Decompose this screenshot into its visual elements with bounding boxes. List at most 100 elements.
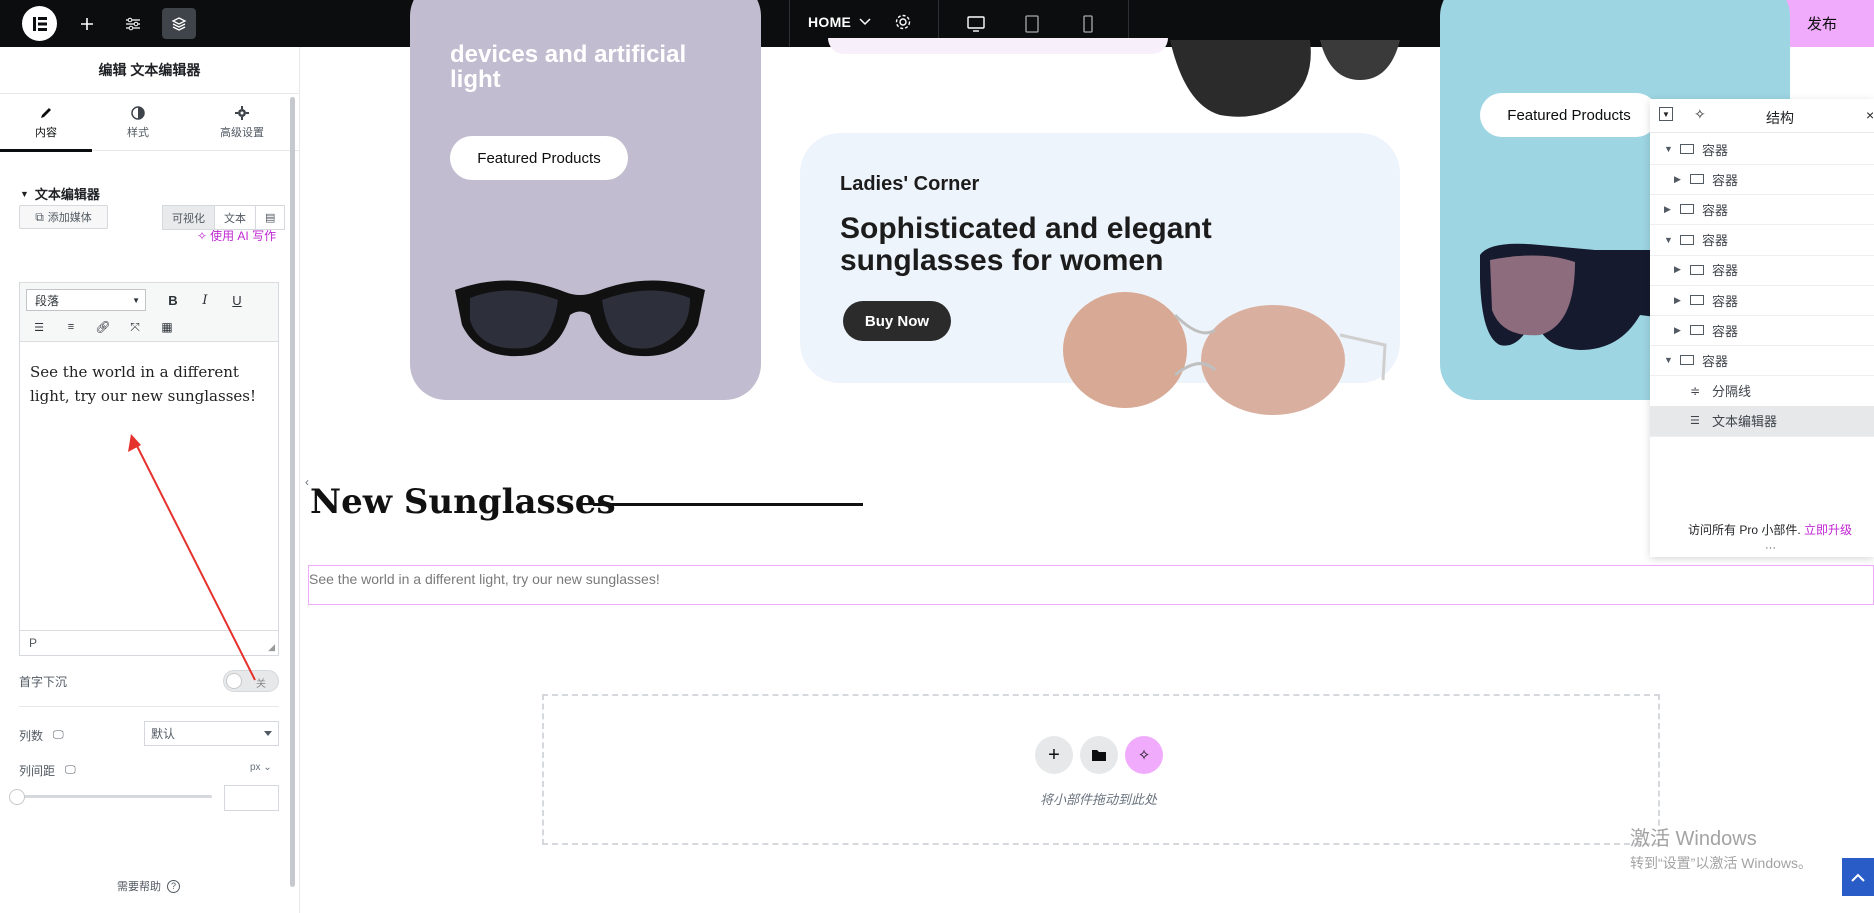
- featured-products-button[interactable]: Featured Products: [450, 136, 628, 180]
- bold-icon[interactable]: B: [162, 289, 184, 311]
- elementor-logo-icon[interactable]: [22, 6, 57, 41]
- structure-row-label: 容器: [1702, 353, 1729, 369]
- italic-icon[interactable]: I: [194, 289, 216, 311]
- underline-icon[interactable]: U: [226, 289, 248, 311]
- structure-row[interactable]: ▶ 容器: [1650, 194, 1874, 226]
- section-heading[interactable]: New Sunglasses: [310, 482, 616, 522]
- upgrade-link[interactable]: 立即升级: [1804, 523, 1852, 537]
- tab-visual[interactable]: 可视化: [163, 206, 215, 229]
- drop-cap-toggle[interactable]: 关: [223, 670, 279, 692]
- caret-down-icon[interactable]: ▼: [1664, 144, 1674, 154]
- ai-sparkle-icon[interactable]: ✧: [1125, 736, 1163, 774]
- add-section-icon[interactable]: +: [1035, 736, 1073, 774]
- editor-toolbar: 段落 ▼ B I U ☰ ≡ 🔗︎ ⤧ ▦: [20, 282, 278, 342]
- ai-sparkle-icon[interactable]: ✧: [1694, 106, 1706, 123]
- caret-right-icon[interactable]: ▶: [1674, 295, 1684, 306]
- collapse-all-icon[interactable]: ▼: [1659, 107, 1673, 121]
- structure-row-label: 容器: [1702, 202, 1729, 218]
- sunglasses-image: [455, 280, 705, 357]
- numbered-list-icon[interactable]: ≡: [60, 316, 82, 338]
- bulleted-list-icon[interactable]: ☰: [28, 316, 50, 338]
- caret-right-icon[interactable]: ▶: [1674, 325, 1684, 336]
- column-gap-input[interactable]: [224, 785, 279, 811]
- caret-down-icon[interactable]: ▼: [1664, 355, 1674, 365]
- structure-row[interactable]: ▶ 容器: [1650, 285, 1874, 316]
- add-element-icon[interactable]: [70, 8, 104, 39]
- panel-scrollbar[interactable]: [290, 97, 295, 887]
- columns-label: 列数: [19, 729, 44, 743]
- caret-right-icon[interactable]: ▶: [1674, 174, 1684, 185]
- editor-status-bar: P ◢: [20, 630, 278, 655]
- section-toggle[interactable]: ▼ 文本编辑器: [20, 184, 100, 203]
- chevron-down-icon: ▼: [132, 295, 140, 305]
- container-icon: [1690, 325, 1704, 336]
- tab-text[interactable]: 文本: [215, 206, 256, 229]
- structure-row-label: 容器: [1702, 233, 1729, 249]
- link-icon[interactable]: 🔗︎: [92, 316, 114, 338]
- caret-right-icon[interactable]: ▶: [1674, 264, 1684, 275]
- tab-label: 样式: [127, 126, 149, 139]
- structure-layers-icon[interactable]: [162, 8, 196, 39]
- featured-products-button[interactable]: Featured Products: [1480, 93, 1658, 137]
- page-settings-gear-icon[interactable]: [894, 13, 912, 36]
- watermark-line-1: 激活 Windows: [1630, 828, 1757, 850]
- watermark-line-2: 转到“设置”以激活 Windows。: [1630, 855, 1813, 871]
- gear-icon: [235, 105, 249, 120]
- sparkle-icon: ✧: [197, 228, 208, 243]
- close-icon[interactable]: ×: [1866, 107, 1874, 123]
- toolbar-toggle-icon[interactable]: ▤: [256, 206, 284, 229]
- promo-card-purple[interactable]: devices and artificial light Featured Pr…: [410, 0, 761, 400]
- column-gap-slider-track[interactable]: [18, 795, 212, 798]
- structure-row[interactable]: ☰ 文本编辑器: [1650, 405, 1874, 437]
- columns-select[interactable]: 默认: [144, 721, 279, 746]
- caret-down-icon: ▼: [20, 188, 29, 199]
- page-name: HOME: [808, 14, 852, 30]
- site-settings-icon[interactable]: [116, 8, 150, 39]
- chevron-up-icon: [1851, 873, 1865, 882]
- help-link[interactable]: 需要帮助 ?: [117, 878, 180, 894]
- editor-content[interactable]: See the world in a different light, try …: [30, 360, 275, 408]
- buy-now-button[interactable]: Buy Now: [843, 301, 951, 341]
- panel-title: 编辑 文本编辑器: [0, 47, 299, 94]
- container-icon: [1690, 264, 1704, 275]
- section-title-label: 文本编辑器: [34, 187, 100, 202]
- structure-row[interactable]: ▼ 容器: [1650, 134, 1874, 165]
- structure-row-label: 文本编辑器: [1712, 414, 1778, 430]
- add-media-button[interactable]: ⧉ 添加媒体: [19, 205, 108, 229]
- structure-row[interactable]: ≑ 分隔线: [1650, 376, 1874, 407]
- tab-content[interactable]: 内容: [0, 94, 92, 152]
- sunglasses-image-top: [1170, 40, 1400, 117]
- tab-style[interactable]: 样式: [92, 94, 184, 151]
- resize-handle-icon[interactable]: ···: [1765, 542, 1776, 554]
- structure-row[interactable]: ▼ 容器: [1650, 225, 1874, 256]
- toolbar-toggle-icon[interactable]: ▦: [156, 316, 178, 338]
- upgrade-note: 访问所有 Pro 小部件. 立即升级: [1688, 521, 1852, 538]
- paragraph-select[interactable]: 段落 ▼: [26, 289, 146, 311]
- resize-handle-icon[interactable]: ◢: [268, 642, 275, 653]
- column-gap-slider-handle[interactable]: [9, 789, 25, 805]
- heading-divider: [593, 503, 863, 506]
- scroll-to-top-button[interactable]: [1842, 858, 1874, 896]
- structure-header: ▼ ✧ 结构 ×: [1650, 99, 1874, 133]
- add-media-label: 添加媒体: [47, 212, 92, 224]
- caret-down-icon[interactable]: ▼: [1664, 235, 1674, 245]
- card-heading: Sophisticated and elegant sunglasses for…: [840, 212, 1212, 277]
- structure-row[interactable]: ▶ 容器: [1650, 164, 1874, 196]
- drop-zone-hint: 将小部件拖动到此处: [1040, 792, 1158, 807]
- tab-advanced[interactable]: 高级设置: [196, 94, 288, 151]
- desktop-responsive-icon[interactable]: 🖵︎: [53, 729, 64, 742]
- structure-row[interactable]: ▶ 容器: [1650, 315, 1874, 347]
- caret-right-icon[interactable]: ▶: [1664, 204, 1674, 215]
- container-icon: [1690, 295, 1704, 305]
- page-selector[interactable]: HOME: [808, 14, 871, 30]
- fullscreen-icon[interactable]: ⤧: [124, 316, 146, 338]
- container-icon: [1690, 174, 1704, 185]
- panel-tabs: 内容 样式 高级设置: [0, 94, 299, 152]
- desktop-responsive-icon[interactable]: 🖵︎: [65, 764, 76, 777]
- editor-mode-tabs: 可视化 文本 ▤: [162, 205, 286, 230]
- template-library-folder-icon[interactable]: [1080, 736, 1118, 774]
- structure-row[interactable]: ▼ 容器: [1650, 345, 1874, 377]
- unit-select[interactable]: px ⌄: [250, 762, 272, 773]
- structure-row[interactable]: ▶ 容器: [1650, 255, 1874, 286]
- selected-text-widget[interactable]: See the world in a different light, try …: [309, 571, 660, 587]
